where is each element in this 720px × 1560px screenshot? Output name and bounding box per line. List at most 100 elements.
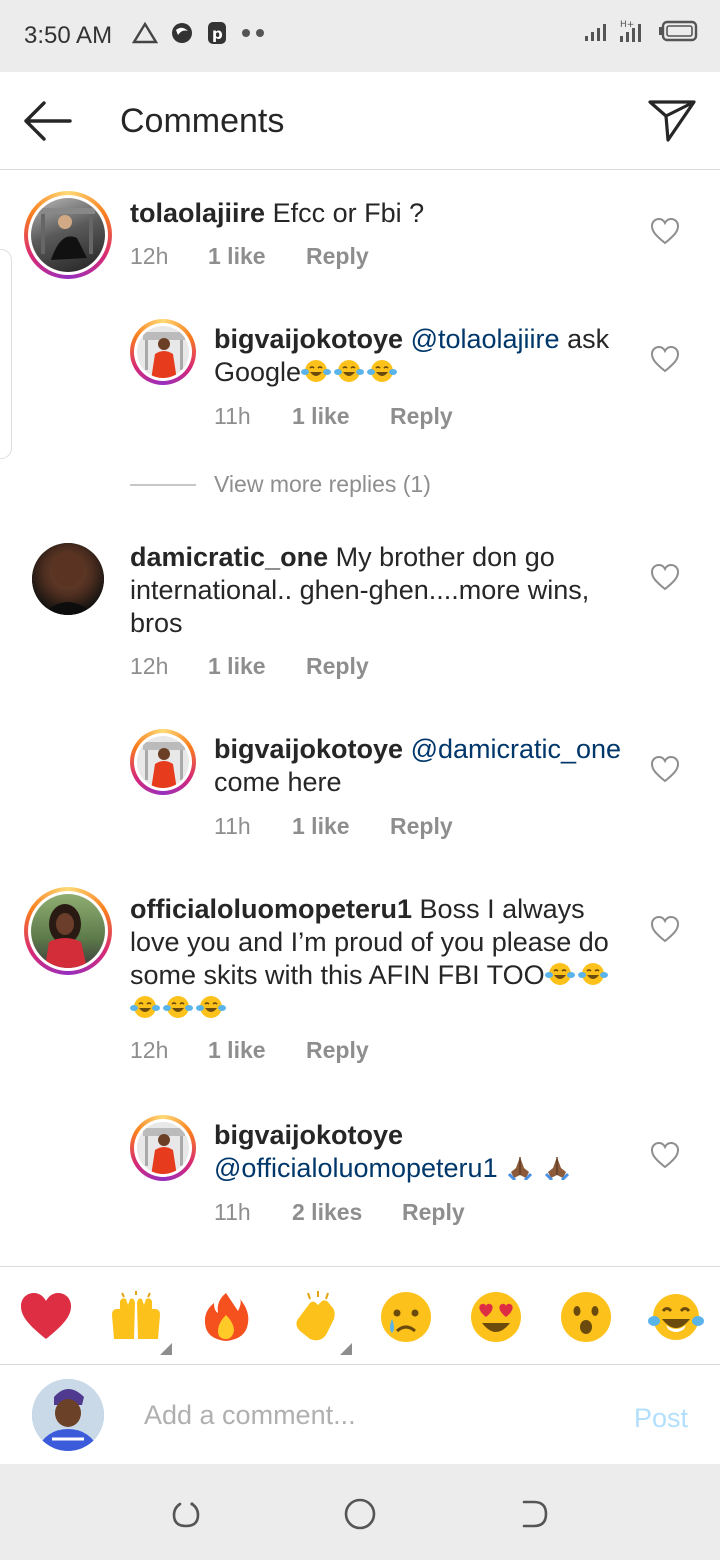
tears-of-joy-emoji <box>301 358 332 384</box>
avatar[interactable] <box>130 1115 196 1181</box>
comment-username[interactable]: tolaolajiire <box>130 198 265 228</box>
post-button[interactable]: Post <box>634 1403 688 1434</box>
comment-composer: Post <box>0 1364 720 1464</box>
p-app-icon: p <box>208 22 226 44</box>
raising-hands-icon[interactable] <box>108 1289 164 1345</box>
comment-meta: 11h 2 likes Reply <box>214 1199 465 1226</box>
comment-likes[interactable]: 1 like <box>292 403 390 430</box>
comment-username[interactable]: bigvaijokotoye <box>214 1120 403 1150</box>
variant-indicator-icon <box>160 1343 172 1355</box>
comment-text: bigvaijokotoye @tolaolajiire ask Google <box>214 323 634 389</box>
folded-hands-emoji <box>505 1154 539 1182</box>
like-heart-icon[interactable] <box>650 217 680 245</box>
comment-time: 11h <box>214 813 251 839</box>
variant-indicator-icon <box>340 1343 352 1355</box>
reply-button[interactable]: Reply <box>390 403 453 430</box>
tears-of-joy-icon[interactable] <box>648 1289 704 1345</box>
battery-icon <box>659 20 698 42</box>
tears-of-joy-emoji <box>367 358 398 384</box>
comment-text: bigvaijokotoye @officialoluomopeteru1 <box>214 1119 634 1185</box>
comment-username[interactable]: bigvaijokotoye <box>214 734 403 764</box>
comment-body: come here <box>214 767 342 797</box>
comment-text: damicratic_one My brother don go interna… <box>130 541 630 640</box>
home-icon[interactable] <box>342 1496 378 1532</box>
header: Comments <box>0 72 720 170</box>
avatar[interactable] <box>32 543 104 615</box>
tears-of-joy-emoji <box>130 994 160 1020</box>
notification-icons: p <box>132 20 268 46</box>
comment-meta: 11h 1 like Reply <box>214 813 453 840</box>
comment-time: 11h <box>214 403 251 429</box>
red-heart-icon[interactable] <box>18 1289 74 1345</box>
signal-icon-2: H+ <box>620 20 641 42</box>
surprised-face-icon[interactable] <box>558 1289 614 1345</box>
current-user-avatar <box>32 1379 104 1451</box>
avatar[interactable] <box>130 729 196 795</box>
mention-link[interactable]: @damicratic_one <box>411 734 622 764</box>
avatar[interactable] <box>24 191 112 279</box>
signal-icon <box>585 24 606 41</box>
like-heart-icon[interactable] <box>650 345 680 373</box>
comment-username[interactable]: damicratic_one <box>130 542 328 572</box>
clapping-hands-icon[interactable] <box>288 1289 344 1345</box>
comment-meta: 11h 1 like Reply <box>214 403 453 430</box>
thread-line <box>130 483 196 486</box>
comment-time: 11h <box>214 1199 251 1225</box>
comment-time: 12h <box>130 653 169 679</box>
reply-button[interactable]: Reply <box>402 1199 465 1226</box>
comment-text: bigvaijokotoye @damicratic_one come here <box>214 733 634 799</box>
view-more-replies-label: View more replies (1) <box>214 471 431 497</box>
quick-reactions-bar <box>0 1266 720 1364</box>
heart-eyes-icon[interactable] <box>468 1289 524 1345</box>
like-heart-icon[interactable] <box>650 1141 680 1169</box>
page-title: Comments <box>120 102 285 140</box>
avatar[interactable] <box>24 887 112 975</box>
system-nav-bar <box>0 1464 720 1560</box>
comment-likes[interactable]: 1 like <box>208 243 306 270</box>
comment-username[interactable]: officialoluomopeteru1 <box>130 894 412 924</box>
mention-link[interactable]: @tolaolajiire <box>411 324 560 354</box>
reply-button[interactable]: Reply <box>390 813 453 840</box>
view-more-replies-button[interactable]: View more replies (1) <box>130 471 431 498</box>
tears-of-joy-emoji <box>334 358 365 384</box>
direct-send-icon[interactable] <box>646 94 698 146</box>
recent-apps-icon[interactable] <box>168 1496 204 1532</box>
comment-input[interactable] <box>144 1393 584 1437</box>
comment-likes[interactable]: 1 like <box>292 813 390 840</box>
comment-text: tolaolajiire Efcc or Fbi ? <box>130 197 650 230</box>
tears-of-joy-emoji <box>544 961 575 987</box>
tears-of-joy-emoji <box>577 961 608 987</box>
folded-hands-emoji <box>542 1154 576 1182</box>
status-time: 3:50 AM <box>24 22 113 49</box>
like-heart-icon[interactable] <box>650 755 680 783</box>
comment-likes[interactable]: 1 like <box>208 653 306 680</box>
comment-username[interactable]: bigvaijokotoye <box>214 324 403 354</box>
comment-time: 12h <box>130 243 169 269</box>
like-heart-icon[interactable] <box>650 563 680 591</box>
reply-button[interactable]: Reply <box>306 1037 369 1064</box>
reply-button[interactable]: Reply <box>306 243 369 270</box>
comment-likes[interactable]: 1 like <box>208 1037 306 1064</box>
system-icons: H+ <box>584 18 698 44</box>
comment-meta: 12h 1 like Reply <box>130 243 369 270</box>
fire-icon[interactable] <box>198 1289 254 1345</box>
back-arrow-icon[interactable] <box>20 96 74 146</box>
side-drawer-edge <box>0 249 12 459</box>
avatar[interactable] <box>130 319 196 385</box>
comment-meta: 12h 1 like Reply <box>130 1037 369 1064</box>
app-notification-icon <box>172 23 192 43</box>
comment-body: Efcc or Fbi ? <box>272 198 425 228</box>
comment-meta: 12h 1 like Reply <box>130 653 369 680</box>
tears-of-joy-emoji <box>196 994 226 1020</box>
back-nav-icon[interactable] <box>516 1496 552 1532</box>
mention-link[interactable]: @officialoluomopeteru1 <box>214 1153 498 1183</box>
status-bar: 3:50 AM p H+ <box>0 0 720 72</box>
svg-text:p: p <box>212 25 223 43</box>
reply-button[interactable]: Reply <box>306 653 369 680</box>
like-heart-icon[interactable] <box>650 915 680 943</box>
crying-face-icon[interactable] <box>378 1289 434 1345</box>
comment-text: officialoluomopeteru1 Boss I always love… <box>130 893 640 1025</box>
comment-likes[interactable]: 2 likes <box>292 1199 402 1226</box>
tears-of-joy-emoji <box>163 994 193 1020</box>
warning-icon <box>132 21 158 44</box>
